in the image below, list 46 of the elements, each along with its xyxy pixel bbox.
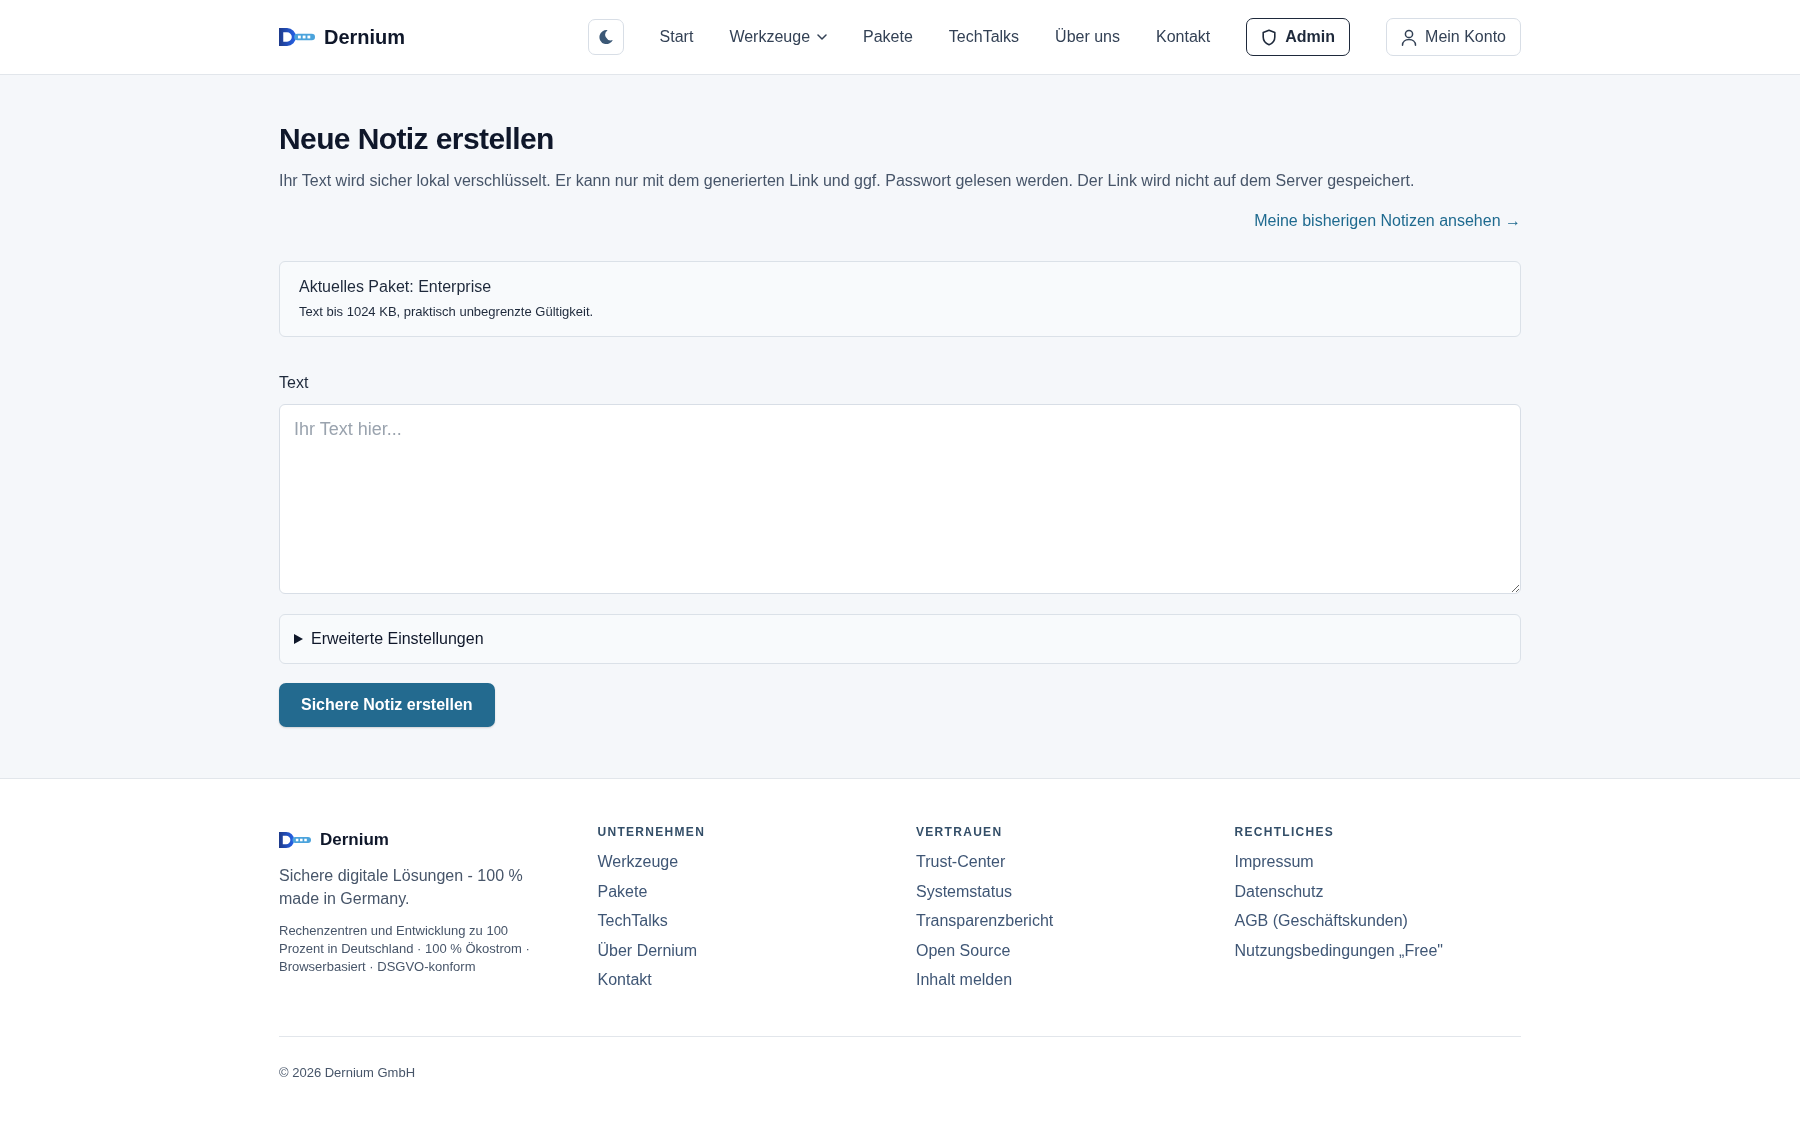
- footer-link[interactable]: Transparenzbericht: [916, 910, 1054, 932]
- moon-icon: [597, 29, 614, 45]
- footer-heading: UNTERNEHMEN: [597, 824, 706, 840]
- copyright-text: © 2026 Dernium GmbH: [279, 1065, 416, 1080]
- footer-link[interactable]: TechTalks: [597, 910, 668, 932]
- footer-brand-name: Dernium: [320, 830, 389, 850]
- footer-link[interactable]: Pakete: [597, 880, 648, 903]
- nav-dropdown[interactable]: Werkzeuge: [729, 28, 828, 46]
- page-description: Ihr Text wird sicher lokal verschlüsselt. Er kann nur mit dem generierten Link und ggf. Passwort gelesen werden. Der Link wird nicht auf dem Server gespeichert.: [279, 171, 1416, 191]
- shield-icon: [1261, 28, 1278, 46]
- footer-link[interactable]: Open Source: [916, 939, 1011, 962]
- footer-link[interactable]: Trust-Center: [916, 851, 1006, 873]
- previous-notes-link[interactable]: Meine bisherigen Notizen ansehen →: [1254, 209, 1521, 233]
- user-icon: [1401, 28, 1418, 46]
- footer-link[interactable]: Systemstatus: [916, 880, 1013, 903]
- account-button[interactable]: Mein Konto: [1386, 18, 1521, 56]
- page-title: Neue Notiz erstellen: [279, 121, 555, 157]
- footer-details: Rechenzentren und Entwicklung zu 100 Prozent in Deutschland · 100 % Ökostrom · Browserbasiert · DSGVO-konform: [279, 922, 531, 976]
- footer-heading: VERTRAUEN: [916, 824, 1003, 840]
- footer-heading: RECHTLICHES: [1234, 824, 1335, 840]
- theme-toggle-button[interactable]: [587, 19, 624, 55]
- footer-link[interactable]: Datenschutz: [1234, 880, 1324, 903]
- package-description: Text bis 1024 KB, praktisch unbegrenzte Gültigkeit.: [299, 303, 595, 321]
- advanced-settings-toggle[interactable]: Erweiterte Einstellungen: [279, 614, 1521, 664]
- footer-tagline: Sichere digitale Lösungen - 100 % made in Germany.: [279, 866, 524, 909]
- footer-link[interactable]: Nutzungsbedingungen „Free": [1234, 939, 1443, 962]
- footer-link[interactable]: Kontakt: [597, 969, 652, 991]
- chevron-down-icon: [817, 34, 828, 40]
- logo-icon: [279, 28, 315, 46]
- nav-link[interactable]: Start: [659, 28, 694, 46]
- footer-link[interactable]: Werkzeuge: [597, 851, 679, 873]
- text-input[interactable]: Ihr Text hier...: [279, 404, 1521, 594]
- footer-link[interactable]: AGB (Geschäftskunden): [1234, 910, 1408, 932]
- admin-button[interactable]: Admin: [1246, 18, 1351, 56]
- brand-name: Dernium: [324, 25, 406, 49]
- footer-link[interactable]: Über Dernium: [597, 939, 698, 962]
- nav-link[interactable]: Pakete: [863, 28, 913, 46]
- nav-link[interactable]: TechTalks: [948, 28, 1020, 46]
- nav-link[interactable]: Kontakt: [1156, 28, 1211, 46]
- footer-link[interactable]: Impressum: [1234, 851, 1314, 873]
- nav-link[interactable]: Über uns: [1055, 28, 1120, 46]
- text-field-label: Text: [279, 373, 310, 393]
- package-title: Aktuelles Paket: Enterprise: [299, 277, 493, 297]
- footer-link[interactable]: Inhalt melden: [916, 969, 1013, 991]
- logo-icon: [279, 832, 311, 848]
- create-note-button[interactable]: Sichere Notiz erstellen: [279, 683, 495, 727]
